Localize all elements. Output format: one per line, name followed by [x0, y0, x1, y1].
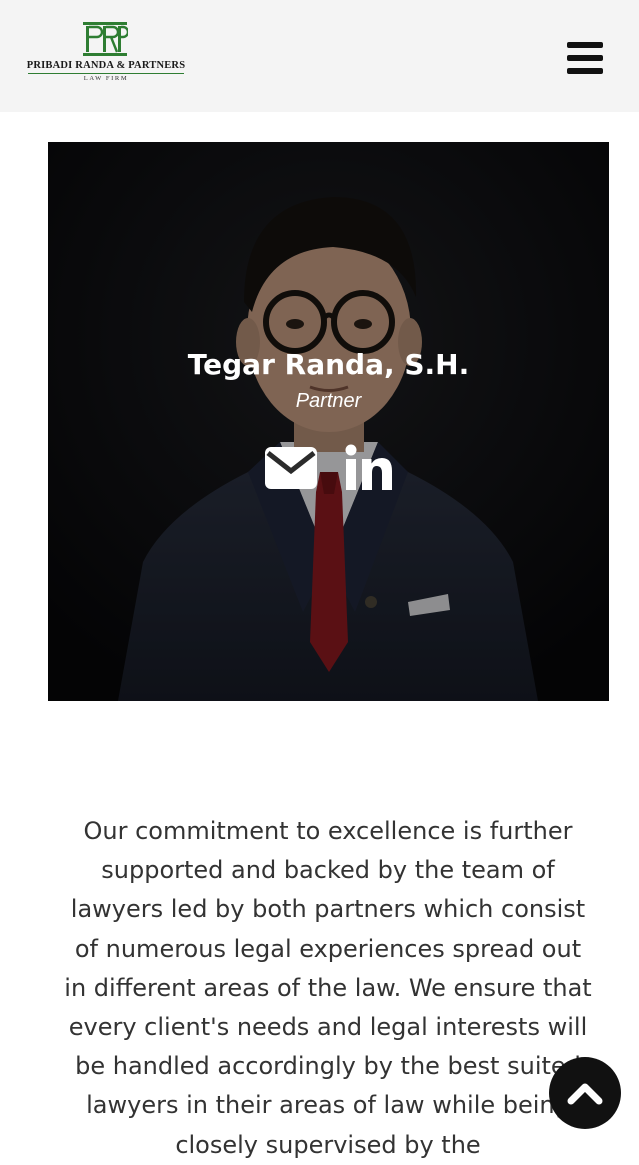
scroll-to-top-button[interactable] — [549, 1057, 621, 1129]
hamburger-icon-bar — [567, 68, 603, 74]
logo-divider — [28, 73, 184, 74]
email-link[interactable] — [265, 447, 317, 489]
partner-name: Tegar Randa, S.H. — [187, 348, 470, 381]
intro-paragraph: Our commitment to excellence is further … — [64, 817, 592, 1159]
hamburger-menu-button[interactable] — [567, 42, 603, 74]
partner-role: Partner — [295, 390, 362, 412]
firm-logo[interactable]: PRIBADI RANDA & PARTNERS LAW FIRM — [26, 22, 186, 84]
chevron-up-icon — [567, 1083, 603, 1105]
envelope-icon — [265, 447, 317, 489]
hamburger-icon-bar — [567, 55, 603, 61]
linkedin-link[interactable] — [345, 444, 393, 490]
photo-dark-overlay — [48, 142, 609, 701]
partner-profile-card: Tegar Randa, S.H. Partner — [48, 142, 609, 701]
logo-subtitle: LAW FIRM — [83, 75, 129, 82]
hamburger-icon-bar — [567, 42, 603, 48]
logo-firm-name: PRIBADI RANDA & PARTNERS — [26, 60, 186, 71]
linkedin-icon — [345, 444, 392, 490]
prp-monogram-icon — [83, 22, 128, 56]
site-header: PRIBADI RANDA & PARTNERS LAW FIRM — [0, 0, 639, 112]
